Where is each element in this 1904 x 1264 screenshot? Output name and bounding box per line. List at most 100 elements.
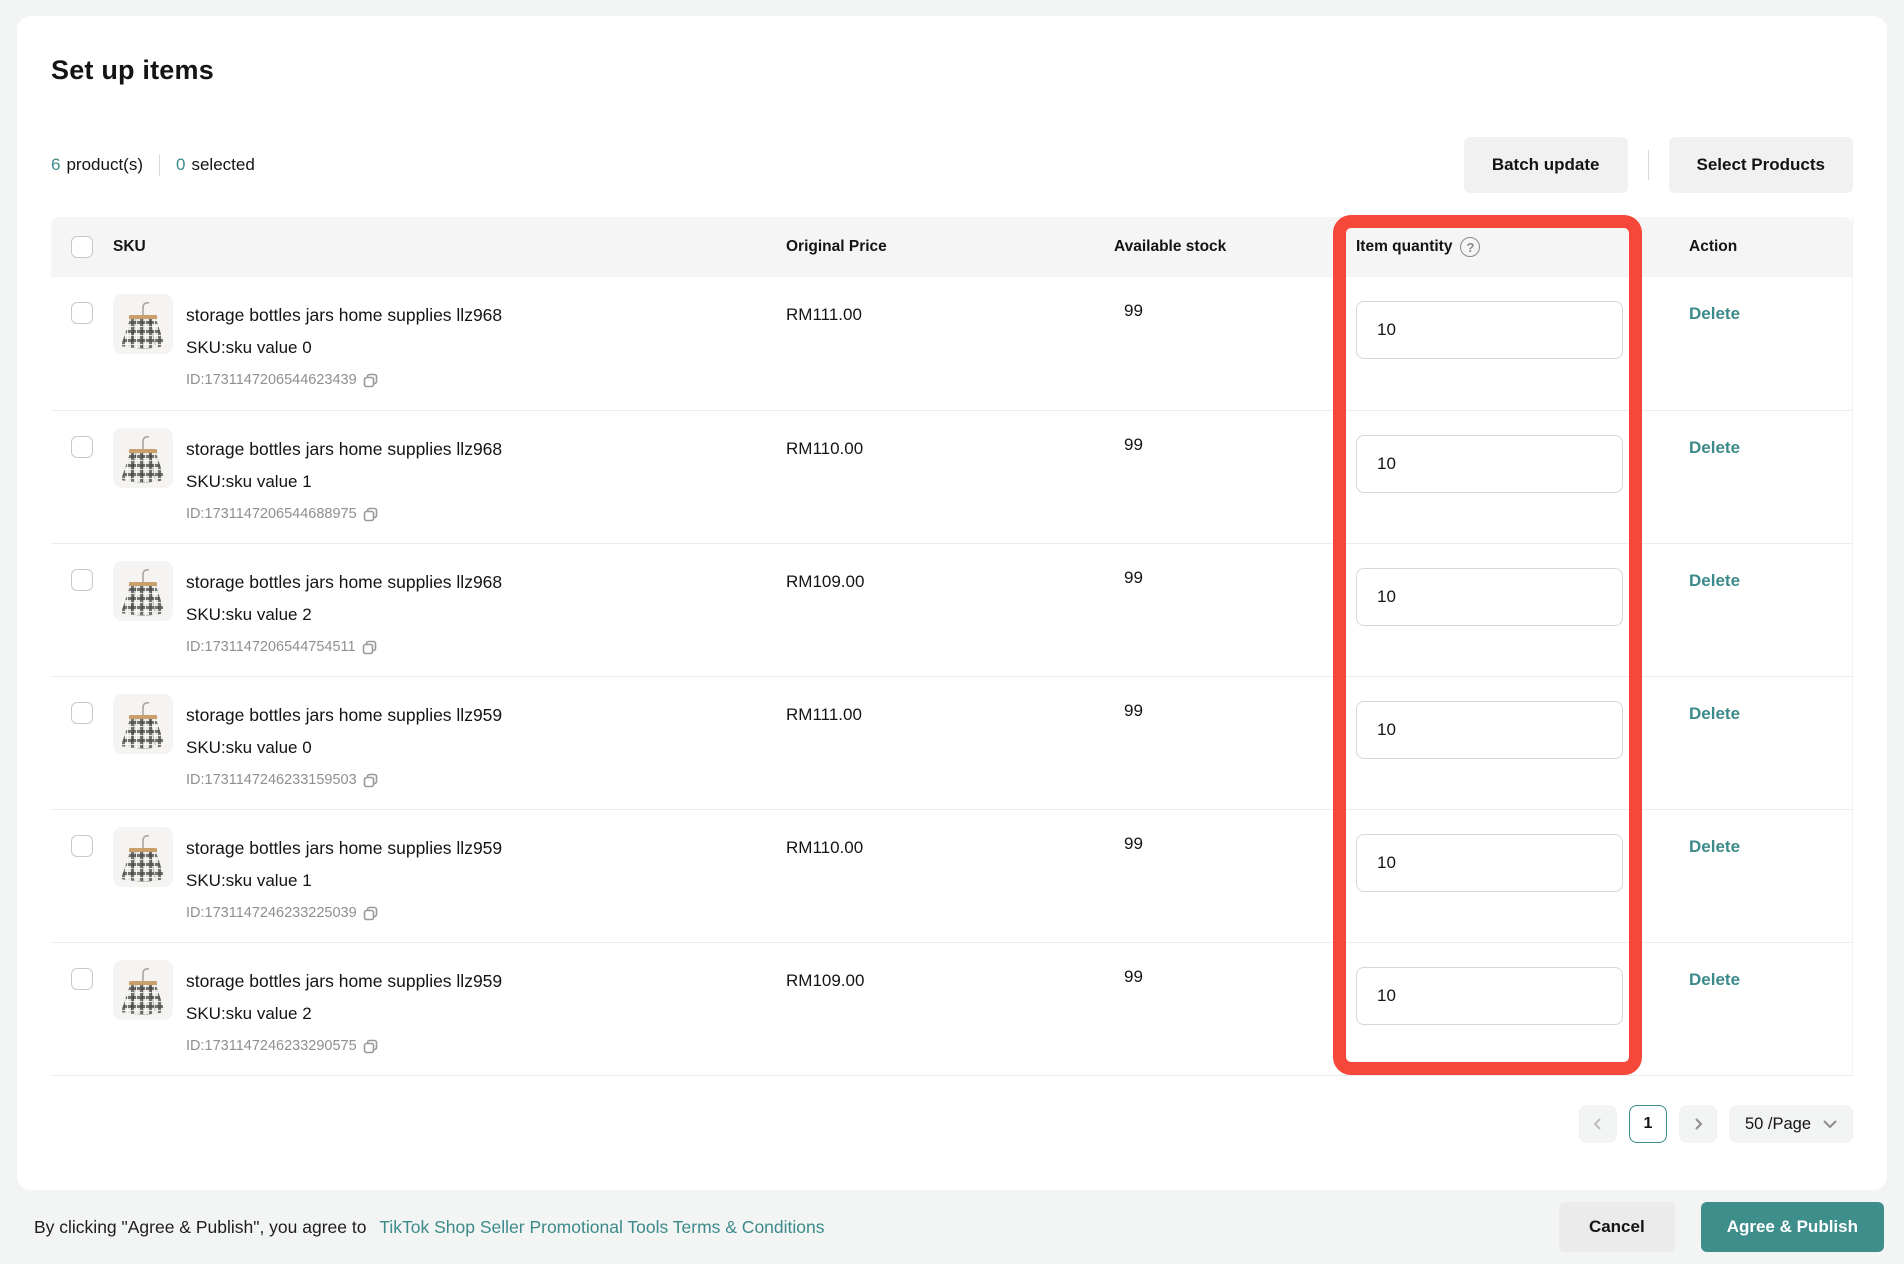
table-row: storage bottles jars home supplies llz95… [51, 676, 1852, 809]
prev-page-button[interactable] [1579, 1105, 1617, 1143]
table-row: storage bottles jars home supplies llz96… [51, 543, 1852, 676]
copy-icon[interactable] [363, 373, 378, 388]
product-title: storage bottles jars home supplies llz96… [186, 303, 502, 327]
header-checkbox-cell [51, 236, 113, 258]
chevron-down-icon [1823, 1120, 1837, 1129]
delete-link[interactable]: Delete [1689, 970, 1740, 989]
header-original-price: Original Price [786, 238, 1114, 256]
pagination: 1 50 /Page [51, 1105, 1853, 1143]
sku-variant: SKU:sku value 2 [186, 603, 502, 627]
product-count: 6 [51, 155, 60, 175]
toolbar-divider [1648, 150, 1649, 180]
item-quantity-input[interactable] [1356, 435, 1623, 493]
original-price: RM110.00 [786, 810, 1114, 942]
item-quantity-input[interactable] [1356, 967, 1623, 1025]
product-image [113, 561, 173, 621]
footer-bar: By clicking "Agree & Publish", you agree… [0, 1190, 1904, 1264]
row-checkbox[interactable] [71, 302, 93, 324]
product-count-label: product(s) [66, 155, 143, 175]
product-image [113, 827, 173, 887]
footer-actions: Cancel Agree & Publish [1559, 1202, 1884, 1252]
delete-link[interactable]: Delete [1689, 837, 1740, 856]
header-item-quantity: Item quantity ? [1339, 237, 1649, 257]
setup-items-panel: Set up items 6 product(s) 0 selected Bat… [17, 16, 1887, 1190]
sku-variant: SKU:sku value 1 [186, 470, 502, 494]
product-title: storage bottles jars home supplies llz95… [186, 703, 502, 727]
product-title: storage bottles jars home supplies llz96… [186, 437, 502, 461]
available-stock: 99 [1114, 810, 1339, 942]
terms-link[interactable]: TikTok Shop Seller Promotional Tools Ter… [379, 1217, 824, 1237]
item-quantity-input[interactable] [1356, 701, 1623, 759]
header-sku: SKU [113, 238, 786, 256]
select-all-checkbox[interactable] [71, 236, 93, 258]
product-title: storage bottles jars home supplies llz95… [186, 969, 502, 993]
next-page-button[interactable] [1679, 1105, 1717, 1143]
table-header-row: SKU Original Price Available stock Item … [51, 217, 1852, 277]
table-row: storage bottles jars home supplies llz95… [51, 942, 1852, 1075]
copy-icon[interactable] [363, 1039, 378, 1054]
selection-summary: 6 product(s) 0 selected [51, 154, 255, 176]
delete-link[interactable]: Delete [1689, 571, 1740, 590]
copy-icon[interactable] [363, 906, 378, 921]
available-stock: 99 [1114, 943, 1339, 1075]
copy-icon[interactable] [363, 773, 378, 788]
delete-link[interactable]: Delete [1689, 704, 1740, 723]
summary-divider [159, 154, 160, 176]
original-price: RM110.00 [786, 411, 1114, 543]
row-checkbox[interactable] [71, 702, 93, 724]
product-title: storage bottles jars home supplies llz95… [186, 836, 502, 860]
original-price: RM109.00 [786, 943, 1114, 1075]
agree-publish-button[interactable]: Agree & Publish [1701, 1202, 1884, 1252]
page-title: Set up items [51, 55, 1853, 86]
delete-link[interactable]: Delete [1689, 438, 1740, 457]
product-id: ID:1731147246233159503 [186, 770, 357, 790]
available-stock: 99 [1114, 277, 1339, 410]
product-id: ID:1731147206544754511 [186, 637, 356, 657]
sku-variant: SKU:sku value 0 [186, 736, 502, 760]
header-action: Action [1649, 238, 1852, 256]
available-stock: 99 [1114, 544, 1339, 676]
product-image [113, 694, 173, 754]
summary-toolbar-row: 6 product(s) 0 selected Batch update Sel… [51, 135, 1853, 195]
copy-icon[interactable] [362, 640, 377, 655]
delete-link[interactable]: Delete [1689, 304, 1740, 323]
original-price: RM111.00 [786, 677, 1114, 809]
row-checkbox[interactable] [71, 835, 93, 857]
item-quantity-input[interactable] [1356, 568, 1623, 626]
original-price: RM109.00 [786, 544, 1114, 676]
product-id: ID:1731147246233225039 [186, 903, 357, 923]
table-row: storage bottles jars home supplies llz96… [51, 277, 1852, 410]
product-image [113, 960, 173, 1020]
page-size-select[interactable]: 50 /Page [1729, 1105, 1853, 1143]
product-id: ID:1731147206544623439 [186, 370, 357, 390]
selected-count: 0 [176, 155, 185, 175]
selected-count-label: selected [191, 155, 254, 175]
select-products-button[interactable]: Select Products [1669, 137, 1854, 193]
items-table: SKU Original Price Available stock Item … [51, 217, 1853, 1076]
item-quantity-input[interactable] [1356, 301, 1623, 359]
sku-variant: SKU:sku value 1 [186, 869, 502, 893]
item-quantity-input[interactable] [1356, 834, 1623, 892]
page-number-button[interactable]: 1 [1629, 1105, 1667, 1143]
copy-icon[interactable] [363, 507, 378, 522]
product-title: storage bottles jars home supplies llz96… [186, 570, 502, 594]
product-image [113, 428, 173, 488]
available-stock: 99 [1114, 677, 1339, 809]
sku-variant: SKU:sku value 0 [186, 336, 502, 360]
cancel-button[interactable]: Cancel [1559, 1202, 1675, 1252]
row-checkbox[interactable] [71, 569, 93, 591]
batch-update-button[interactable]: Batch update [1464, 137, 1628, 193]
agreement-note: By clicking "Agree & Publish", you agree… [34, 1217, 825, 1238]
original-price: RM111.00 [786, 277, 1114, 410]
table-row: storage bottles jars home supplies llz96… [51, 410, 1852, 543]
sku-variant: SKU:sku value 2 [186, 1002, 502, 1026]
help-icon[interactable]: ? [1460, 237, 1480, 257]
table-row: storage bottles jars home supplies llz95… [51, 809, 1852, 942]
row-checkbox[interactable] [71, 436, 93, 458]
product-id: ID:1731147246233290575 [186, 1036, 357, 1056]
row-checkbox[interactable] [71, 968, 93, 990]
product-id: ID:1731147206544688975 [186, 504, 357, 524]
product-image [113, 294, 173, 354]
available-stock: 99 [1114, 411, 1339, 543]
header-available-stock: Available stock [1114, 238, 1339, 256]
